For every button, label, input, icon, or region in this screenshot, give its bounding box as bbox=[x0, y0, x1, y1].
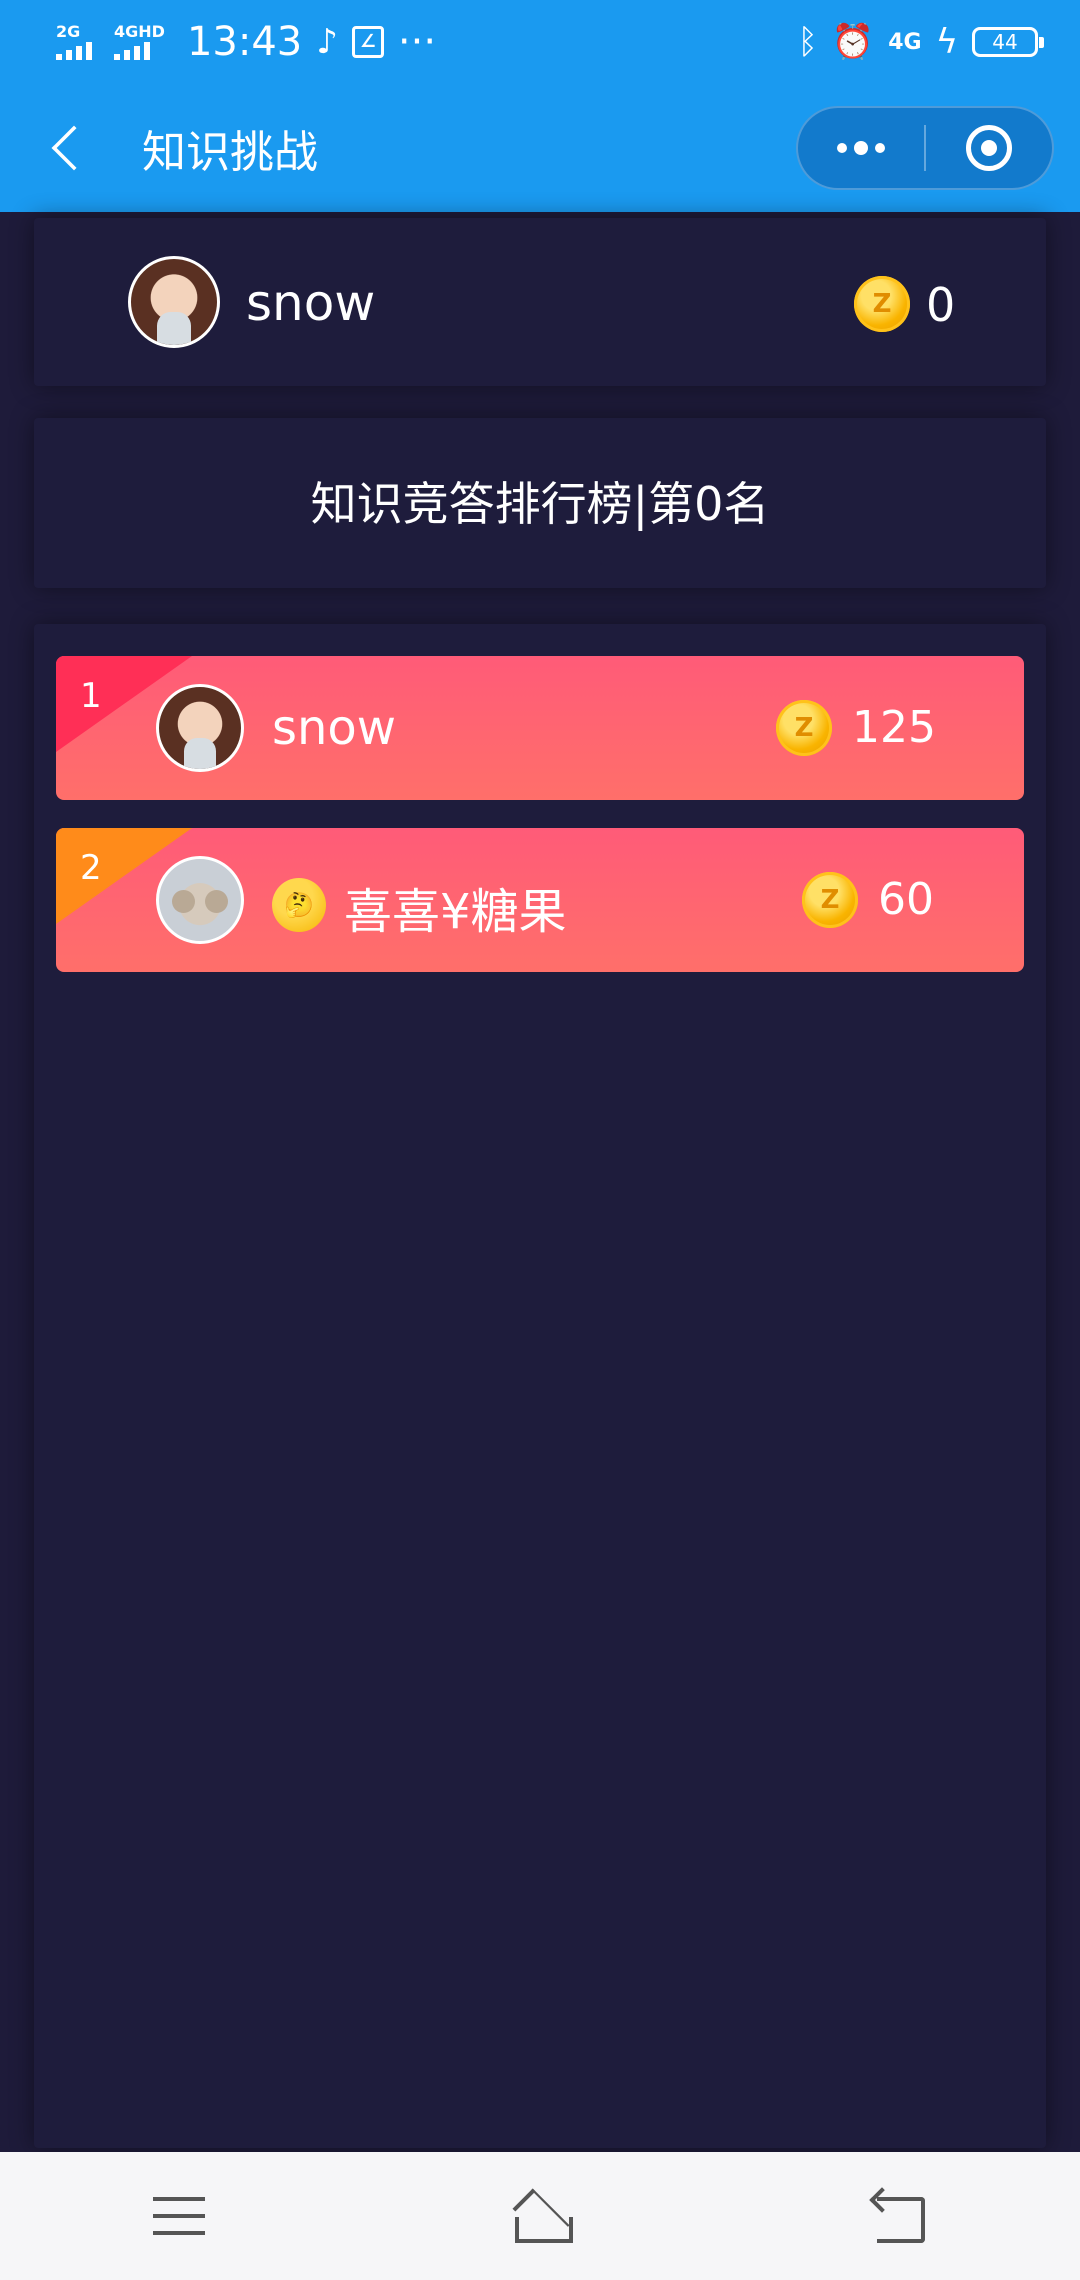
mini-program-capsule bbox=[796, 106, 1054, 190]
system-nav-bar bbox=[0, 2152, 1080, 2280]
signal-label-sim2: 4GHD bbox=[114, 22, 165, 41]
thinking-emoji-icon: 🤔 bbox=[272, 878, 326, 932]
more-notifications-icon: ··· bbox=[397, 19, 437, 65]
leaderboard-list: 1 snow Z 125 2 🤔 喜喜¥糖果 Z 60 bbox=[34, 624, 1046, 2148]
status-bar-right: ᛒ ⏰ 4G ϟ 44 bbox=[797, 22, 1044, 62]
close-mini-program-button[interactable] bbox=[926, 108, 1052, 188]
signal-icon-sim1: 2G bbox=[56, 24, 92, 60]
more-options-button[interactable] bbox=[798, 108, 924, 188]
status-time: 13:43 bbox=[186, 19, 303, 65]
nav-bar: 知识挑战 bbox=[0, 84, 1080, 212]
page-title: 知识挑战 bbox=[142, 127, 318, 178]
player-score: 60 bbox=[878, 874, 934, 925]
tiktok-icon: ♪ bbox=[316, 22, 338, 62]
charging-icon: ϟ bbox=[935, 22, 958, 62]
user-avatar bbox=[128, 256, 220, 348]
network-type-label: 4G bbox=[888, 29, 922, 55]
coin-icon: Z bbox=[802, 872, 858, 928]
battery-icon: 44 bbox=[972, 27, 1044, 57]
back-icon[interactable] bbox=[855, 2181, 945, 2251]
leaderboard-row[interactable]: 2 🤔 喜喜¥糖果 Z 60 bbox=[56, 828, 1024, 972]
player-avatar bbox=[156, 856, 244, 944]
back-arrow-icon[interactable] bbox=[51, 125, 97, 171]
notification-app-icon: ∠ bbox=[351, 26, 384, 58]
main-content: snow Z 0 知识竞答排行榜|第0名 1 snow Z 125 2 🤔 喜喜… bbox=[0, 212, 1080, 2152]
player-score: 125 bbox=[852, 702, 936, 753]
rank-header-card: 知识竞答排行榜|第0名 bbox=[34, 418, 1046, 588]
more-dots-icon bbox=[837, 141, 885, 155]
user-coin-count: 0 bbox=[926, 278, 956, 332]
signal-icon-sim2: 4GHD bbox=[114, 24, 165, 60]
signal-label-sim1: 2G bbox=[56, 22, 81, 41]
user-info-card: snow Z 0 bbox=[34, 218, 1046, 386]
status-bar: 2G 4GHD 13:43 ♪ ∠ ··· ᛒ ⏰ 4G ϟ 44 bbox=[0, 0, 1080, 84]
leaderboard-title: 知识竞答排行榜|第0名 bbox=[310, 477, 770, 531]
target-icon bbox=[966, 125, 1012, 171]
user-name: snow bbox=[246, 274, 376, 332]
rank-number: 1 bbox=[80, 676, 102, 716]
player-name: snow bbox=[272, 700, 397, 756]
rank-number: 2 bbox=[80, 848, 102, 888]
alarm-icon: ⏰ bbox=[831, 22, 875, 62]
status-bar-left: 2G 4GHD 13:43 ♪ ∠ ··· bbox=[56, 19, 436, 65]
coin-icon: Z bbox=[776, 700, 832, 756]
bluetooth-icon: ᛒ bbox=[797, 22, 818, 62]
coin-icon: Z bbox=[854, 276, 910, 332]
player-name: 喜喜¥糖果 bbox=[344, 884, 567, 940]
home-icon[interactable] bbox=[495, 2181, 585, 2251]
leaderboard-row[interactable]: 1 snow Z 125 bbox=[56, 656, 1024, 800]
player-avatar bbox=[156, 684, 244, 772]
menu-icon[interactable] bbox=[135, 2181, 225, 2251]
